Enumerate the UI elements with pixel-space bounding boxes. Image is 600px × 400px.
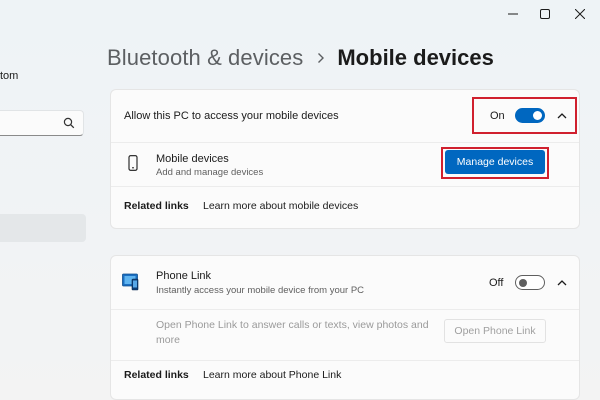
page-title: Mobile devices	[337, 45, 494, 70]
sidebar-item-selected[interactable]	[0, 214, 86, 242]
phone-link-title: Phone Link	[156, 270, 212, 282]
close-button[interactable]	[565, 3, 595, 25]
mobile-devices-title: Mobile devices	[156, 153, 229, 165]
phone-link-header[interactable]: Phone Link Instantly access your mobile …	[111, 256, 579, 308]
phone-link-icon	[122, 273, 139, 291]
phone-link-subtitle: Instantly access your mobile device from…	[156, 285, 365, 296]
toggle-highlight-box	[472, 97, 577, 134]
open-phone-link-row: Open Phone Link to answer calls or texts…	[111, 310, 579, 360]
breadcrumb: Bluetooth & devices Mobile devices	[107, 45, 494, 71]
learn-more-mobile-devices-link[interactable]: Learn more about mobile devices	[203, 200, 358, 212]
phone-link-toggle-state: Off	[489, 277, 504, 289]
mobile-devices-subtitle: Add and manage devices	[156, 167, 264, 178]
maximize-button[interactable]	[530, 3, 560, 25]
minimize-icon	[508, 13, 518, 15]
mobile-related-links-row: Related links Learn more about mobile de…	[111, 187, 579, 227]
phone-link-card: Phone Link Instantly access your mobile …	[110, 255, 580, 400]
minimize-button[interactable]	[498, 3, 528, 25]
phone-link-related-links-row: Related links Learn more about Phone Lin…	[111, 361, 579, 399]
settings-window: tom Bluetooth & devices Mobile devices A…	[0, 0, 600, 400]
chevron-up-icon[interactable]	[557, 279, 567, 287]
phone-icon	[128, 155, 138, 171]
related-links-heading: Related links	[124, 369, 189, 381]
phone-link-toggle[interactable]	[515, 275, 545, 290]
breadcrumb-parent[interactable]: Bluetooth & devices	[107, 45, 303, 71]
account-email-fragment: tom	[0, 70, 19, 82]
related-links-heading: Related links	[124, 200, 189, 212]
open-phone-link-description: Open Phone Link to answer calls or texts…	[156, 319, 429, 346]
manage-devices-highlight-box	[441, 147, 549, 179]
search-icon	[63, 117, 75, 129]
open-phone-link-button[interactable]: Open Phone Link	[444, 319, 546, 343]
close-icon	[575, 9, 585, 19]
chevron-right-icon	[317, 52, 325, 64]
mobile-access-label: Allow this PC to access your mobile devi…	[124, 110, 339, 122]
learn-more-phone-link-link[interactable]: Learn more about Phone Link	[203, 369, 341, 381]
search-input[interactable]	[0, 110, 84, 136]
maximize-icon	[540, 9, 550, 19]
